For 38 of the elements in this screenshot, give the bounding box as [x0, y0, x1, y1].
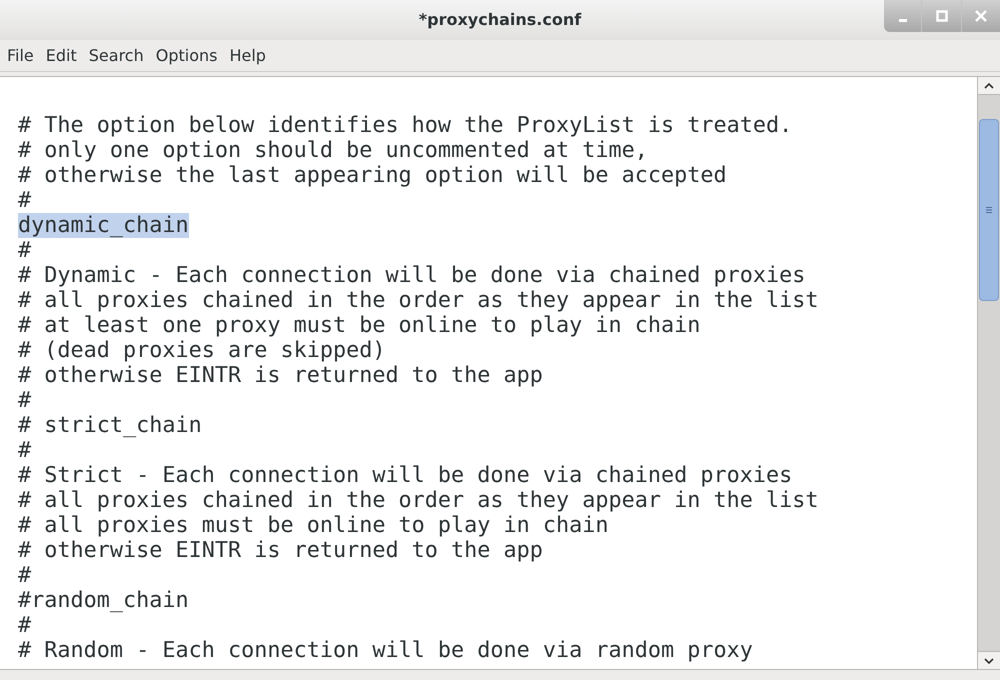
code-line: # only one option should be uncommented at time,: [18, 138, 648, 163]
code-line: # otherwise EINTR is returned to the app: [18, 538, 543, 563]
code-line: #: [18, 188, 32, 213]
code-line: # otherwise the last appearing option will be accepted: [18, 163, 727, 188]
menu-item[interactable]: Options: [150, 42, 222, 70]
code-line: # all proxies must be online to play in chain: [18, 513, 609, 538]
code-line: #: [18, 563, 32, 588]
code-line: # all proxies chained in the order as they appear in the list: [18, 488, 818, 513]
code-line: # otherwise EINTR is returned to the app: [18, 363, 543, 388]
code-line: #random_chain: [18, 588, 189, 613]
code-line: #: [18, 238, 32, 263]
window-title: *proxychains.conf: [418, 9, 582, 31]
menu-item[interactable]: File: [2, 42, 39, 70]
scroll-down-button[interactable]: [978, 651, 1000, 669]
maximize-icon: [936, 10, 948, 22]
code-line: # all proxies chained in the order as they appear in the list: [18, 288, 818, 313]
grip-icon: [985, 206, 993, 214]
close-icon: [975, 10, 987, 22]
code-line: # The option below identifies how the ProxyList is treated.: [18, 113, 792, 138]
code-line: #: [18, 388, 32, 413]
caret-down-icon: [984, 658, 994, 664]
text-editor[interactable]: [0, 77, 978, 669]
code-line: # Strict - Each connection will be done via chained proxies: [18, 463, 792, 488]
caret-up-icon: [984, 82, 994, 88]
scrollbar[interactable]: [978, 77, 1000, 669]
code-line: # strict_chain: [18, 413, 202, 438]
scrollbar-thumb[interactable]: [979, 119, 999, 301]
code-line: # at least one proxy must be online to play in chain: [18, 313, 700, 338]
menu-item[interactable]: Edit: [40, 42, 82, 70]
code-line: # Dynamic - Each connection will be done via chained proxies: [18, 263, 806, 288]
menu-item[interactable]: Search: [84, 42, 149, 70]
code-line: # Random - Each connection will be done via random proxy: [18, 638, 753, 663]
code-line: #: [18, 613, 32, 638]
code-line: #: [18, 438, 32, 463]
menu-item[interactable]: Help: [224, 42, 271, 70]
code-line: # (dead proxies are skipped): [18, 338, 386, 363]
minimize-icon: [898, 18, 906, 22]
scroll-up-button[interactable]: [978, 77, 1000, 95]
